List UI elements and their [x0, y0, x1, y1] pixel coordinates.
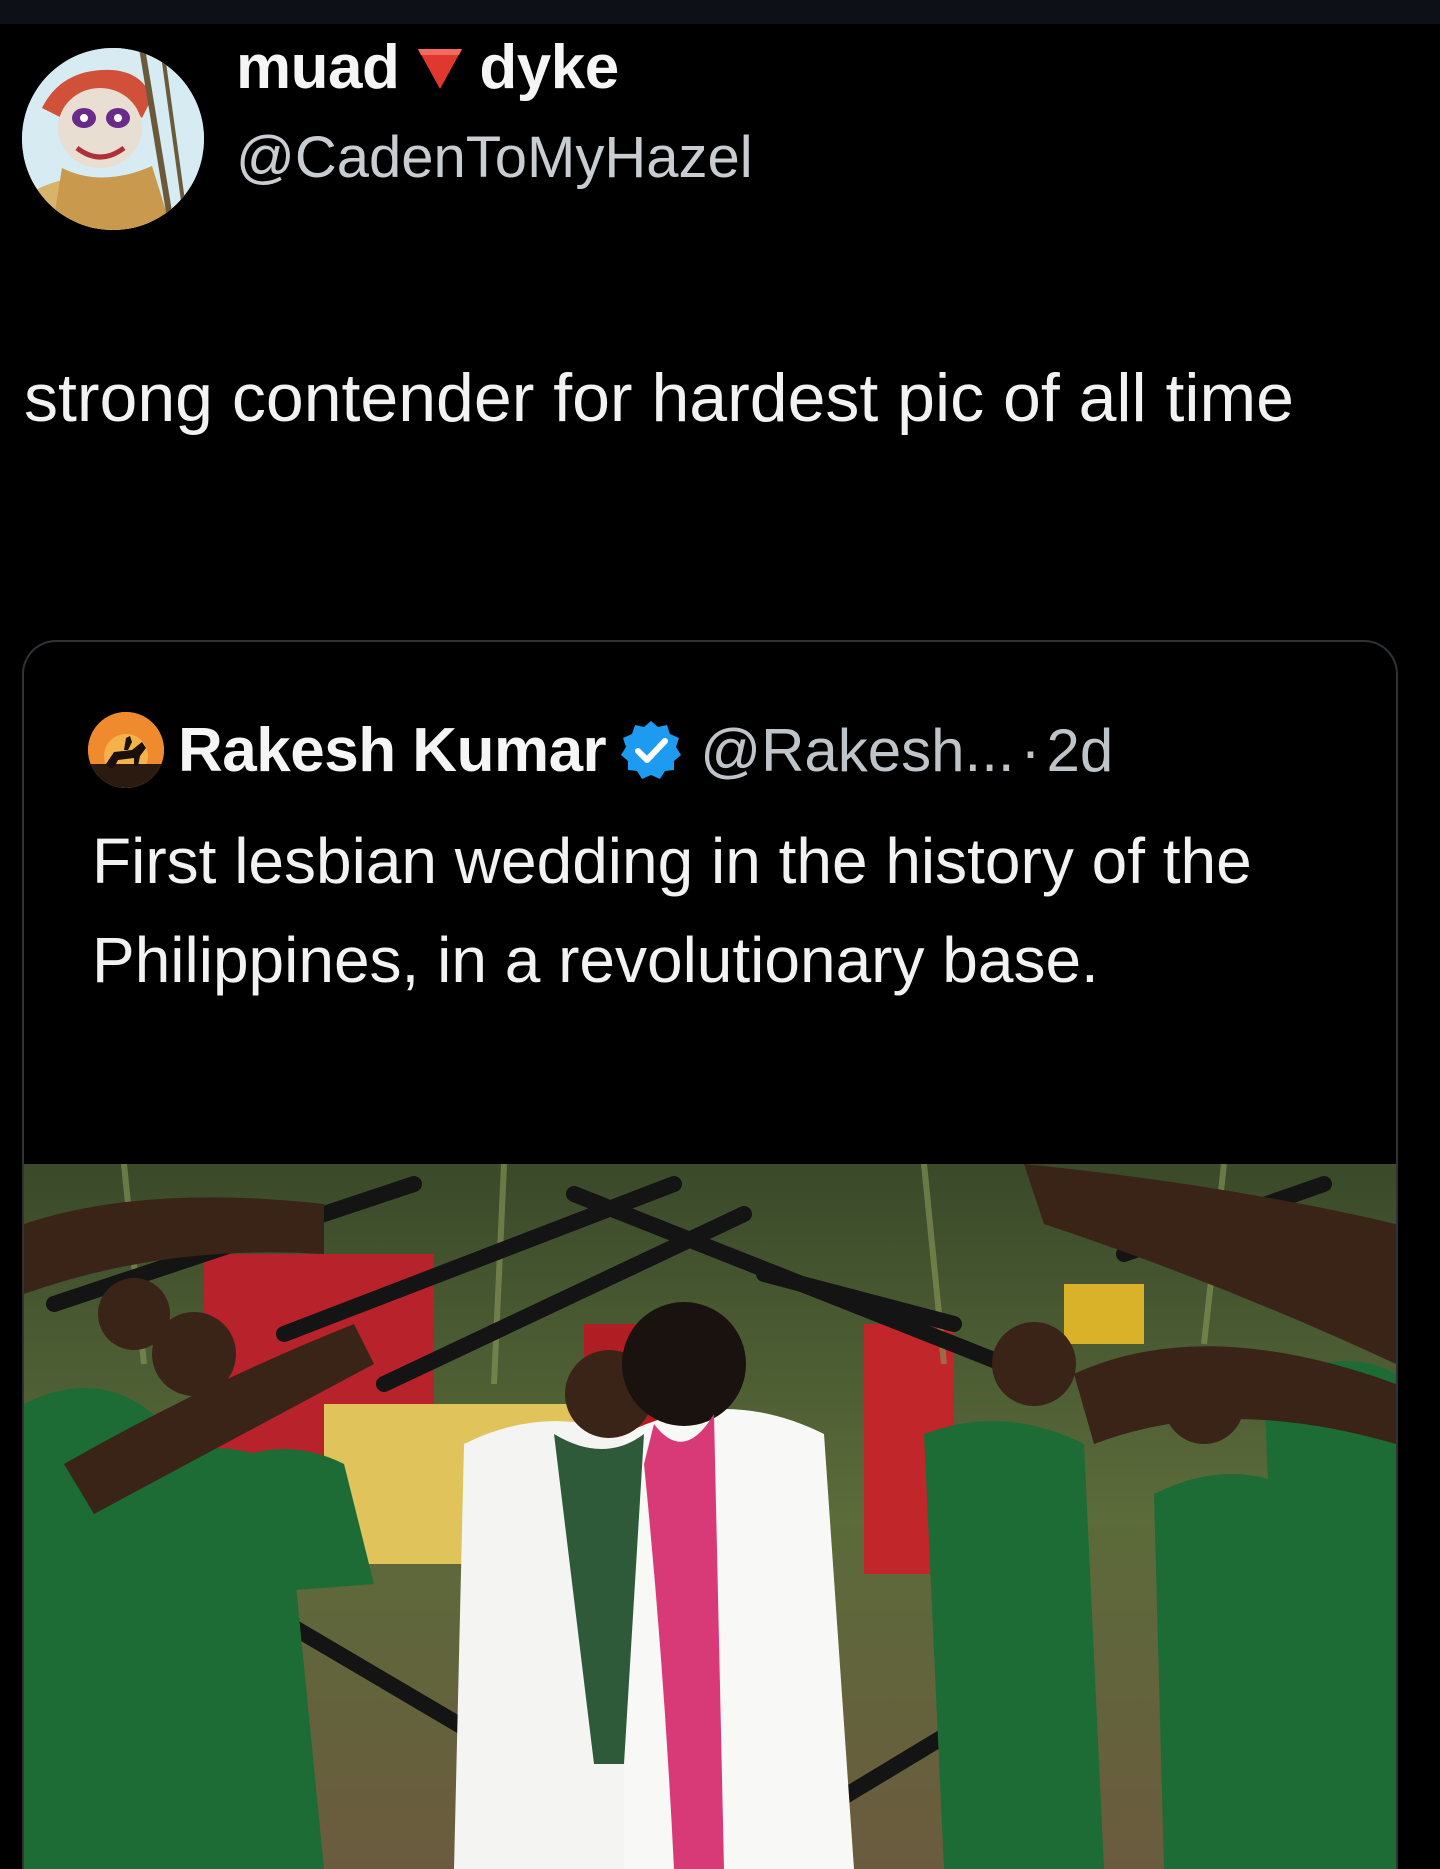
author-name-part1: muad — [236, 33, 400, 102]
quoted-author-name[interactable]: Rakesh Kumar — [178, 715, 607, 786]
quoted-tweet-header: Rakesh Kumar @Rakesh... · 2d — [88, 710, 1113, 790]
author-avatar[interactable] — [22, 48, 204, 230]
horse-rider-sunset-avatar-icon — [88, 712, 164, 788]
tweet[interactable]: muad dyke @CadenToMyHazel strong contend… — [0, 24, 1440, 1869]
cartoon-character-avatar-icon — [22, 48, 204, 230]
quoted-tweet-card[interactable]: Rakesh Kumar @Rakesh... · 2d First lesbi… — [22, 640, 1398, 1869]
author-display-name[interactable]: muad dyke — [236, 32, 619, 103]
quoted-tweet-photo[interactable] — [24, 1164, 1396, 1869]
status-strip — [0, 0, 1440, 24]
quoted-tweet-text: First lesbian wedding in the history of … — [92, 825, 1252, 996]
tweet-text: strong contender for hardest pic of all … — [24, 360, 1294, 436]
quoted-timestamp[interactable]: 2d — [1047, 716, 1114, 785]
verified-badge-icon — [620, 719, 682, 781]
red-triangle-down-icon — [415, 45, 465, 91]
quoted-author-handle[interactable]: @Rakesh... — [700, 716, 1014, 785]
author-name-part2: dyke — [479, 33, 619, 102]
timestamp-separator: · — [1020, 716, 1041, 784]
wedding-under-rifle-arch-photo-icon — [24, 1164, 1396, 1869]
quoted-author-avatar[interactable] — [88, 712, 164, 788]
author-handle[interactable]: @CadenToMyHazel — [236, 124, 753, 191]
